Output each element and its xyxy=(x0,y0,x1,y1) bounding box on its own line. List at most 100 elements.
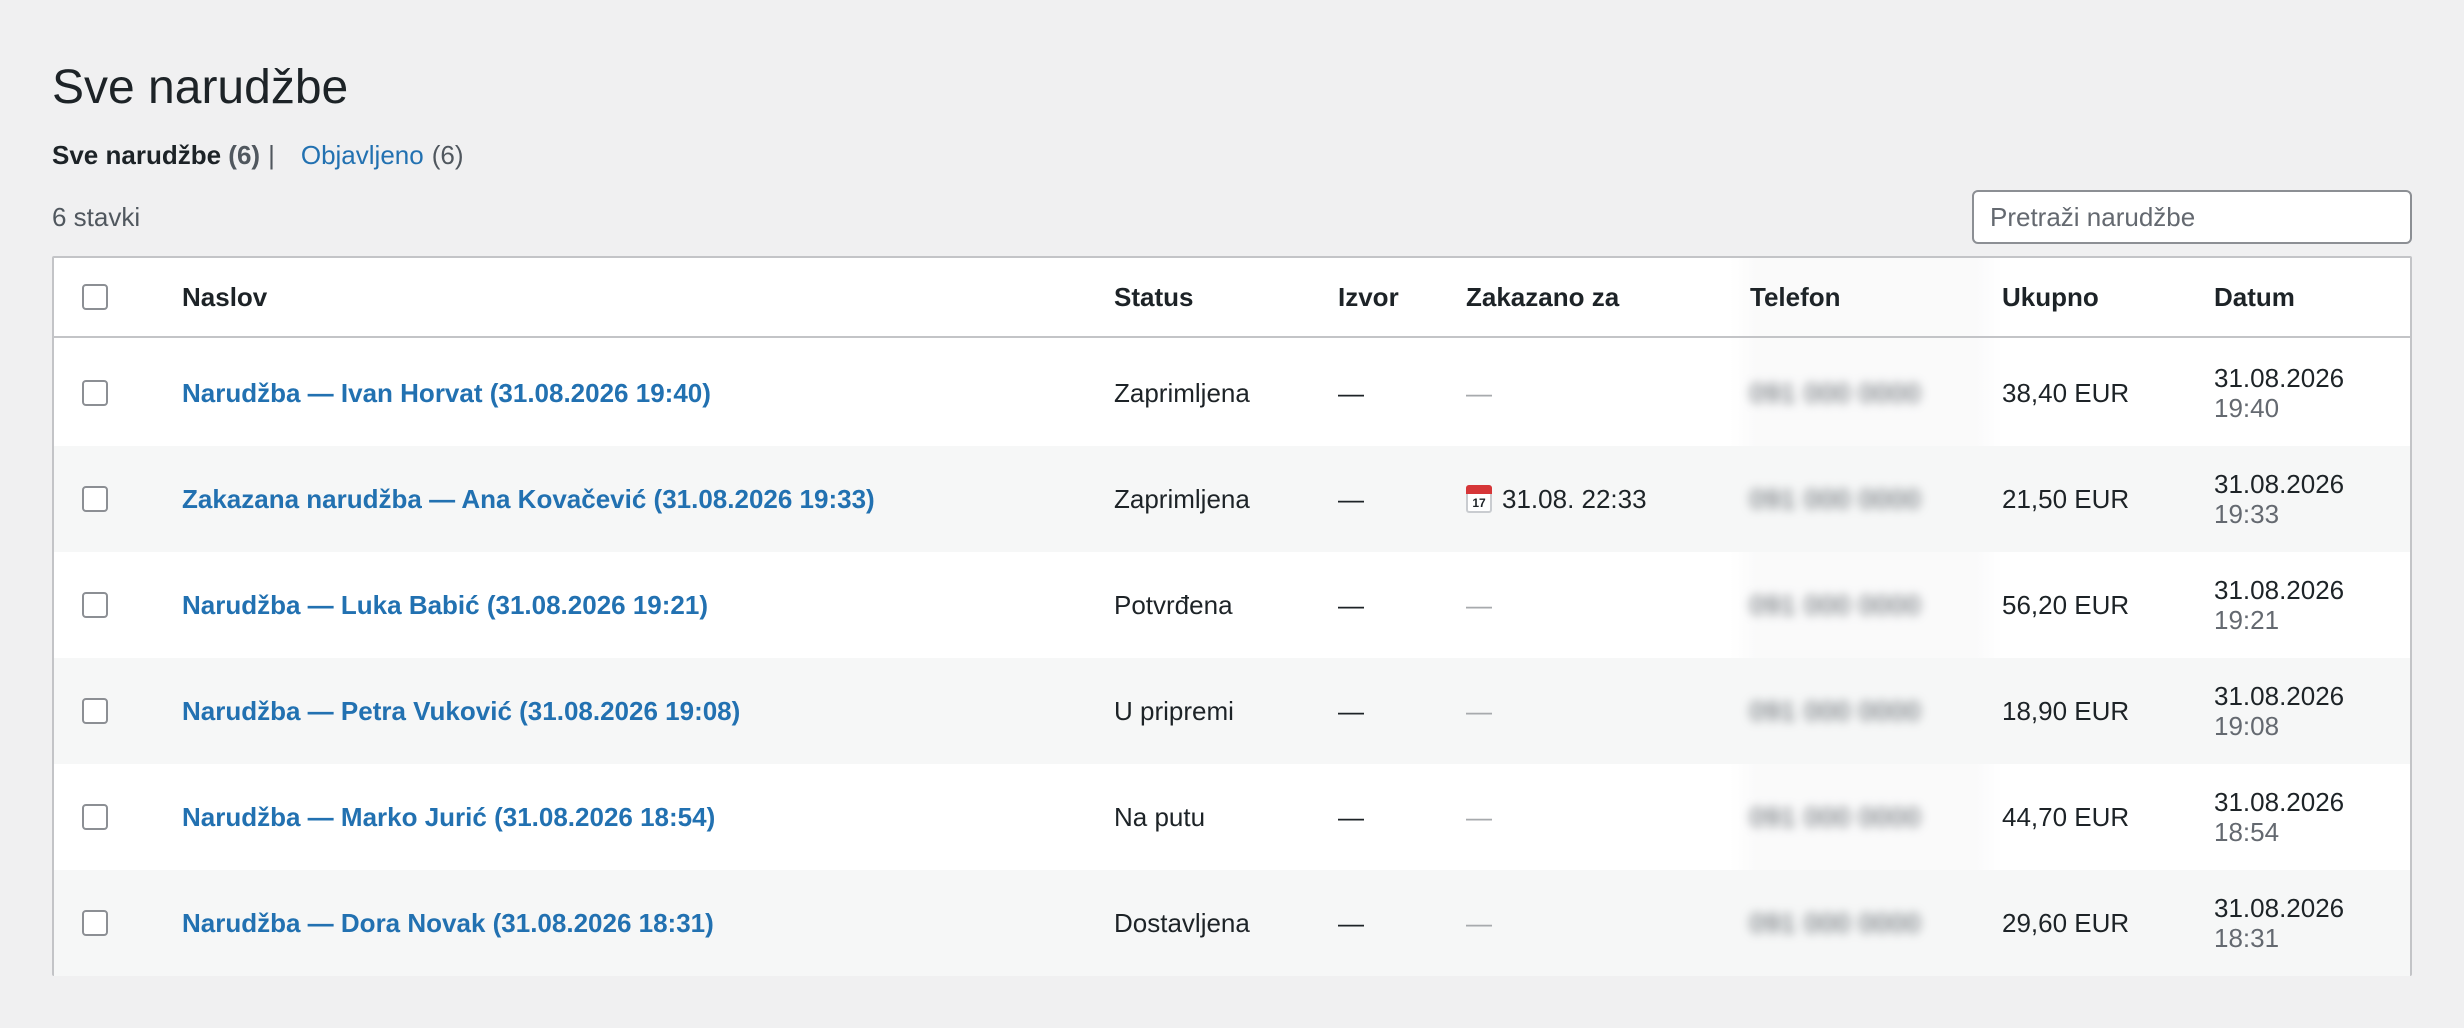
order-title-cell: Narudžba — Luka Babić (31.08.2026 19:21) xyxy=(182,552,708,658)
order-scheduled: — xyxy=(1466,802,1492,832)
table-row: Narudžba — Luka Babić (31.08.2026 19:21)… xyxy=(54,552,2410,658)
order-date: 31.08.2026 xyxy=(2214,787,2345,817)
calendar-icon: 17 xyxy=(1466,485,1492,513)
order-total: 29,60 EUR xyxy=(2002,908,2130,938)
order-date-cell: 31.08.2026 19:40 xyxy=(2214,340,2344,446)
select-all-cell xyxy=(82,258,112,336)
order-title-cell: Narudžba — Dora Novak (31.08.2026 18:31) xyxy=(182,870,714,976)
order-title-cell: Narudžba — Ivan Horvat (31.08.2026 19:40… xyxy=(182,340,711,446)
order-title-link[interactable]: Narudžba — Petra Vuković (31.08.2026 19:… xyxy=(182,696,740,726)
table-row: Narudžba — Petra Vuković (31.08.2026 19:… xyxy=(54,658,2410,764)
order-total: 38,40 EUR xyxy=(2002,378,2130,408)
table-row: Zakazana narudžba — Ana Kovačević (31.08… xyxy=(54,446,2410,552)
order-time: 19:21 xyxy=(2214,605,2280,635)
order-status: Zaprimljena xyxy=(1114,484,1250,514)
row-checkbox-cell xyxy=(82,764,112,870)
order-title-cell: Narudžba — Marko Jurić (31.08.2026 18:54… xyxy=(182,764,715,870)
order-date: 31.08.2026 xyxy=(2214,681,2345,711)
row-checkbox-cell xyxy=(82,658,112,764)
order-title-link[interactable]: Zakazana narudžba — Ana Kovačević (31.08… xyxy=(182,484,875,514)
row-checkbox-cell xyxy=(82,446,112,552)
row-checkbox[interactable] xyxy=(82,380,108,406)
order-date: 31.08.2026 xyxy=(2214,893,2345,923)
order-scheduled: — xyxy=(1466,908,1492,938)
order-status: Dostavljena xyxy=(1114,908,1250,938)
row-checkbox[interactable] xyxy=(82,592,108,618)
order-source: — xyxy=(1338,696,1364,726)
order-time: 19:08 xyxy=(2214,711,2280,741)
order-date: 31.08.2026 xyxy=(2214,363,2345,393)
select-all-checkbox[interactable] xyxy=(82,284,108,310)
order-source: — xyxy=(1338,908,1364,938)
order-time: 19:40 xyxy=(2214,393,2280,423)
table-row: Narudžba — Dora Novak (31.08.2026 18:31)… xyxy=(54,870,2410,976)
order-phone-cell: 091 000 0000 xyxy=(1750,870,2002,976)
row-checkbox[interactable] xyxy=(82,804,108,830)
table-row: Narudžba — Marko Jurić (31.08.2026 18:54… xyxy=(54,764,2410,870)
order-status: Potvrđena xyxy=(1114,590,1233,620)
row-checkbox[interactable] xyxy=(82,910,108,936)
order-date: 31.08.2026 xyxy=(2214,575,2345,605)
column-header-date-label: Datum xyxy=(2214,282,2295,312)
item-count: 6 stavki xyxy=(52,202,141,232)
order-status: Zaprimljena xyxy=(1114,378,1250,408)
order-phone-cell: 091 000 0000 xyxy=(1750,552,2002,658)
search-input[interactable] xyxy=(1972,190,2412,244)
view-filters: Sve narudžbe (6) | Objavljeno (6) xyxy=(52,138,463,172)
order-title-link[interactable]: Narudžba — Luka Babić (31.08.2026 19:21) xyxy=(182,590,708,620)
row-checkbox[interactable] xyxy=(82,698,108,724)
view-all-label: Sve narudžbe xyxy=(52,140,222,170)
order-phone: 091 000 0000 xyxy=(1750,908,1922,938)
order-total: 18,90 EUR xyxy=(2002,696,2130,726)
order-total: 21,50 EUR xyxy=(2002,484,2130,514)
order-time: 18:31 xyxy=(2214,923,2280,953)
order-total: 56,20 EUR xyxy=(2002,590,2130,620)
view-published-count: (6) xyxy=(431,140,464,170)
view-all-count: (6) xyxy=(228,140,261,170)
order-phone-cell: 091 000 0000 xyxy=(1750,764,2002,870)
order-title-link[interactable]: Narudžba — Dora Novak (31.08.2026 18:31) xyxy=(182,908,714,938)
order-title-link[interactable]: Narudžba — Marko Jurić (31.08.2026 18:54… xyxy=(182,802,715,832)
column-header-status: Status xyxy=(1114,282,1194,312)
column-header-date[interactable]: Datum xyxy=(2214,258,2295,336)
column-header-phone: Telefon xyxy=(1750,282,1841,312)
order-status: Na putu xyxy=(1114,802,1206,832)
order-date-cell: 31.08.2026 19:21 xyxy=(2214,552,2344,658)
view-published-link[interactable]: Objavljeno xyxy=(301,138,424,172)
order-date: 31.08.2026 xyxy=(2214,469,2345,499)
order-time: 18:54 xyxy=(2214,817,2280,847)
view-all[interactable]: Sve narudžbe (6) xyxy=(52,138,260,172)
order-source: — xyxy=(1338,378,1364,408)
row-checkbox-cell xyxy=(82,870,112,976)
order-date-cell: 31.08.2026 18:54 xyxy=(2214,764,2344,870)
row-checkbox-cell xyxy=(82,552,112,658)
order-total: 44,70 EUR xyxy=(2002,802,2130,832)
order-source: — xyxy=(1338,590,1364,620)
order-scheduled-cell: 17 31.08. 22:33 xyxy=(1466,446,1647,552)
order-phone-cell: 091 000 0000 xyxy=(1750,446,2002,552)
row-checkbox-cell xyxy=(82,340,112,446)
order-title-cell: Narudžba — Petra Vuković (31.08.2026 19:… xyxy=(182,658,740,764)
orders-table: Naslov Status Izvor Zakazano za Telefon … xyxy=(52,256,2412,976)
table-header: Naslov Status Izvor Zakazano za Telefon … xyxy=(54,258,2410,338)
order-scheduled: — xyxy=(1466,590,1492,620)
order-time: 19:33 xyxy=(2214,499,2280,529)
order-source: — xyxy=(1338,802,1364,832)
order-title-cell: Zakazana narudžba — Ana Kovačević (31.08… xyxy=(182,446,875,552)
order-title-link[interactable]: Narudžba — Ivan Horvat (31.08.2026 19:40… xyxy=(182,378,711,408)
order-status: U pripremi xyxy=(1114,696,1234,726)
order-phone: 091 000 0000 xyxy=(1750,378,1922,408)
order-source: — xyxy=(1338,484,1364,514)
row-checkbox[interactable] xyxy=(82,486,108,512)
page-title: Sve narudžbe xyxy=(52,61,349,114)
column-header-scheduled: Zakazano za xyxy=(1466,282,1620,312)
order-phone: 091 000 0000 xyxy=(1750,802,1922,832)
column-header-title[interactable]: Naslov xyxy=(182,258,267,336)
order-phone: 091 000 0000 xyxy=(1750,590,1922,620)
order-phone-cell: 091 000 0000 xyxy=(1750,340,2002,446)
order-date-cell: 31.08.2026 19:08 xyxy=(2214,658,2344,764)
order-phone: 091 000 0000 xyxy=(1750,696,1922,726)
order-date-cell: 31.08.2026 19:33 xyxy=(2214,446,2344,552)
view-separator: | xyxy=(268,140,275,170)
order-phone-cell: 091 000 0000 xyxy=(1750,658,2002,764)
